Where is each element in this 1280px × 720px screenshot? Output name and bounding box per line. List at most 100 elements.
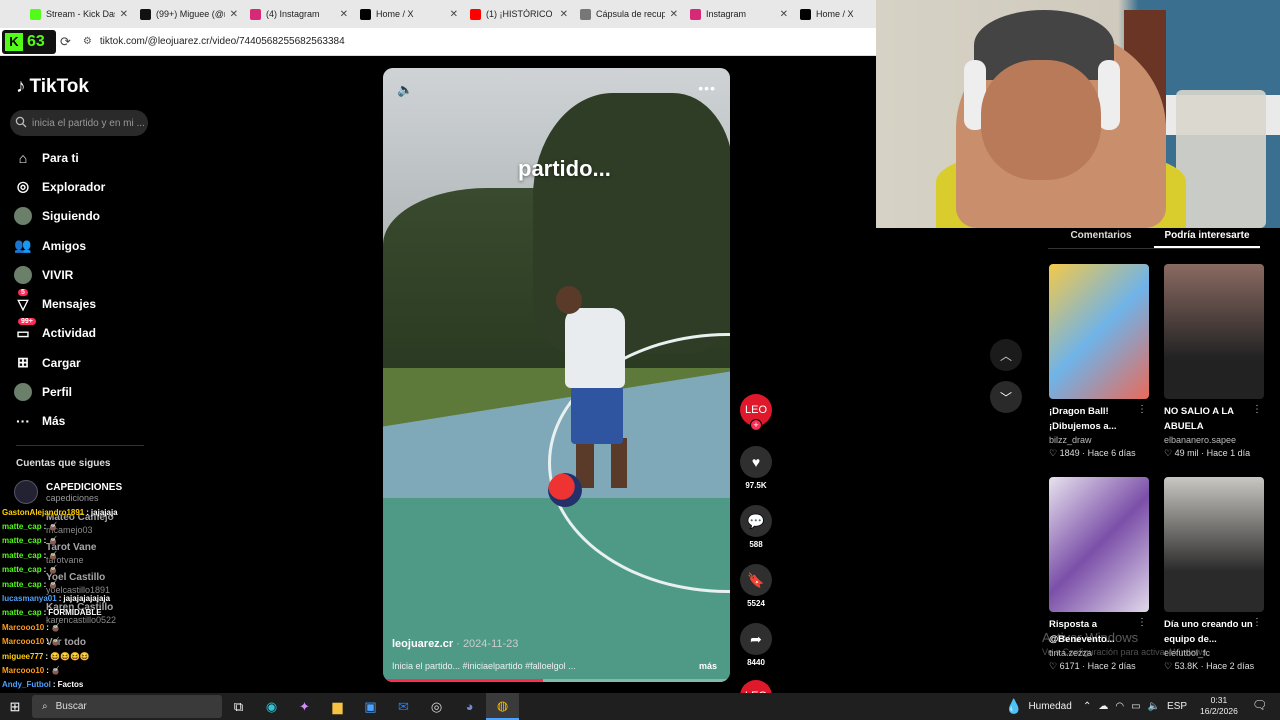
card-author[interactable]: elbananero.sapee	[1164, 435, 1266, 445]
sidebar-item-cargar[interactable]: ⊞ Cargar	[14, 348, 105, 377]
video-tree	[533, 93, 730, 353]
more-options-icon[interactable]: ⋮	[1252, 617, 1262, 628]
video-author-line[interactable]: leojuarez.cr · 2024-11-23	[392, 638, 518, 650]
browser-tab[interactable]: (99+) Miguee (@m ✕	[134, 1, 244, 27]
notifications-icon[interactable]: 🗨	[1252, 698, 1267, 712]
save-button[interactable]: 🔖	[740, 564, 772, 596]
sidebar-item-explorador[interactable]: ◎ Explorador	[14, 172, 105, 201]
browser-tab[interactable]: (4) Instagram ✕	[244, 1, 354, 27]
sidebar-item-parati[interactable]: ⌂ Para ti	[14, 143, 105, 172]
live-icon	[14, 265, 32, 284]
follow-plus-icon[interactable]: +	[750, 419, 762, 431]
stream-chat-overlay: GastonAlejandro1891 : jajajaja matte_cap …	[2, 505, 232, 706]
suggested-video-card[interactable]: NO SALIO A LA ABUELA ⋮ elbananero.sapee ♡ 4…	[1164, 264, 1266, 459]
tab-comments[interactable]: Comentarios	[1048, 228, 1154, 248]
chat-message: miguee777 : 😆😆😆😆	[2, 651, 90, 661]
weather-widget[interactable]: 💧 Humedad	[1005, 693, 1072, 720]
following-item[interactable]: CAPEDICIONES capediciones	[14, 480, 122, 504]
cloud-icon[interactable]: ☁	[1098, 701, 1108, 712]
chat-text: 🧉	[48, 522, 59, 532]
cam-hands	[981, 60, 1101, 180]
site-info-icon[interactable]: ⚙	[83, 36, 92, 47]
search-input[interactable]: inicia el partido y en mi ...	[10, 110, 148, 136]
more-options-icon[interactable]: ⋮	[1137, 404, 1147, 415]
share-button[interactable]: ➦	[740, 623, 772, 655]
sidebar-item-perfil[interactable]: Perfil	[14, 377, 105, 406]
sidebar-item-actividad[interactable]: ▭ 99+ Actividad	[14, 318, 105, 348]
edge-icon[interactable]: ◉	[255, 693, 288, 720]
close-icon[interactable]: ✕	[450, 9, 458, 20]
clock-time: 0:31	[1210, 695, 1228, 705]
player-shirt	[565, 308, 625, 388]
video-player[interactable]: partido... 🔈 ••• leojuarez.cr · 2024-11-…	[383, 68, 730, 682]
next-video-button[interactable]: ﹀	[990, 381, 1022, 413]
more-options-icon[interactable]: ⋮	[1137, 617, 1147, 628]
like-button[interactable]: ♥	[740, 446, 772, 478]
tiktok-logo-text: TikTok	[29, 76, 89, 97]
card-author[interactable]: bilzz_draw	[1049, 435, 1151, 445]
more-options-icon[interactable]: •••	[698, 80, 716, 96]
copilot-icon[interactable]: ✦	[288, 693, 321, 720]
reload-icon[interactable]: ⟳	[60, 34, 71, 50]
windows-start-icon[interactable]: ⊞	[0, 699, 30, 715]
browser-tab[interactable]: (1) ¡HISTÓRICO TRO ✕	[464, 1, 574, 27]
sidebar-item-siguiendo[interactable]: Siguiendo	[14, 202, 105, 231]
close-icon[interactable]: ✕	[670, 9, 678, 20]
creator-avatar[interactable]: LEO +	[740, 394, 772, 431]
sidebar-item-vivir[interactable]: VIVIR	[14, 260, 105, 289]
clock[interactable]: 0:31 16/2/2026	[1200, 695, 1238, 717]
close-icon[interactable]: ✕	[120, 9, 128, 20]
volume-icon[interactable]: 🔈	[397, 82, 413, 98]
url-field[interactable]: ⚙ tiktok.com/@leojuarez.cr/video/7440568…	[83, 31, 345, 53]
sidebar-item-amigos[interactable]: 👥 Amigos	[14, 231, 105, 260]
sidebar-item-mensajes[interactable]: ▽ 5 Mensajes	[14, 289, 105, 318]
mail-icon[interactable]: ✉	[387, 693, 420, 720]
chevron-up-icon[interactable]: ⌃	[1083, 701, 1091, 712]
tab-suggested[interactable]: Podría interesarte	[1154, 228, 1260, 248]
comment-button[interactable]: 💬	[740, 505, 772, 537]
browser-tab[interactable]: Cápsula de recupe ✕	[574, 1, 684, 27]
suggested-video-card[interactable]: Día uno creando un equipo de... ⋮ elefutbo…	[1164, 477, 1266, 672]
sidebar-item-label: Para ti	[42, 150, 79, 165]
discord-icon[interactable]: ◕	[453, 693, 486, 720]
obs-icon[interactable]: ◎	[420, 693, 453, 720]
file-explorer-icon[interactable]: ▆	[321, 693, 354, 720]
volume-icon[interactable]: 🔈	[1148, 701, 1160, 712]
video-thumbnail[interactable]	[1049, 477, 1149, 612]
more-options-icon[interactable]: ⋮	[1252, 404, 1262, 415]
previous-video-button[interactable]: ︿	[990, 339, 1022, 371]
ball	[548, 473, 582, 507]
chrome-icon[interactable]: ◍	[486, 693, 519, 720]
player-shorts	[571, 386, 623, 444]
close-icon[interactable]: ✕	[230, 9, 238, 20]
video-progress-bar[interactable]	[383, 679, 730, 682]
taskbar-search[interactable]: ⌕ Buscar	[32, 695, 222, 718]
sidebar-item-ms[interactable]: ··· Más	[14, 407, 105, 436]
sidebar-item-label: Explorador	[42, 179, 106, 194]
browser-tab[interactable]: Home / X ✕	[354, 1, 464, 27]
close-icon[interactable]: ✕	[340, 9, 348, 20]
card-stats: ♡ 53.8K · Hace 2 días	[1164, 661, 1255, 671]
browser-tab[interactable]: Instagram ✕	[684, 1, 794, 27]
video-thumbnail[interactable]	[1164, 264, 1264, 399]
task-view-icon[interactable]: ⧉	[222, 693, 255, 720]
chat-text: 🧉	[48, 579, 59, 589]
close-icon[interactable]: ✕	[560, 9, 568, 20]
video-thumbnail[interactable]	[1049, 264, 1149, 399]
heart-icon: ♡	[1164, 661, 1175, 671]
tiktok-logo[interactable]: ♪ TikTok	[16, 76, 89, 98]
video-thumbnail[interactable]	[1164, 477, 1264, 612]
close-icon[interactable]: ✕	[780, 9, 788, 20]
screen: Stream - Kick Dashboard✕(99+) Miguee (@m…	[0, 0, 1280, 720]
tab-title: (1) ¡HISTÓRICO TRO	[486, 9, 555, 19]
wifi-icon[interactable]: ◠	[1115, 701, 1124, 712]
language-label[interactable]: ESP	[1167, 701, 1187, 712]
more-link[interactable]: más	[699, 661, 717, 671]
browser-tab[interactable]: Stream - Kick Dashboard ✕	[24, 1, 134, 27]
suggested-video-card[interactable]: ¡Dragon Ball! ¡Dibujemos a... ⋮ bilzz_draw…	[1049, 264, 1151, 459]
kick-badge-count: 63	[27, 32, 45, 50]
store-icon[interactable]: ▣	[354, 693, 387, 720]
network-icon[interactable]: ▭	[1131, 701, 1140, 712]
upload-icon: ⊞	[17, 354, 29, 371]
card-age: Hace 6 días	[1087, 448, 1136, 458]
